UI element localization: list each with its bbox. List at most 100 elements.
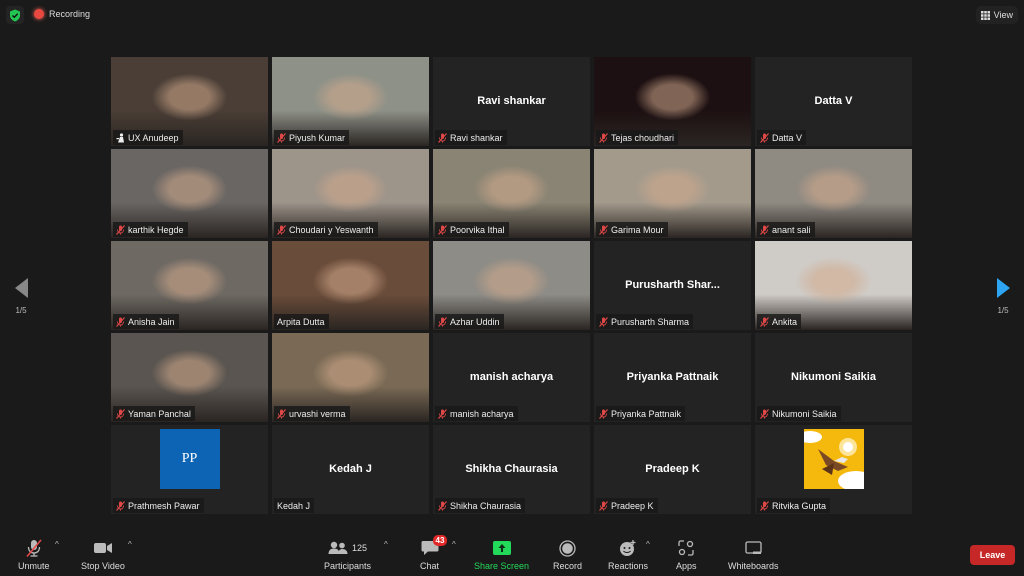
muted-mic-icon [760, 224, 769, 235]
participant-tile[interactable]: PP Prathmesh Pawar [111, 425, 268, 514]
whiteboards-button[interactable]: Whiteboards [728, 538, 779, 571]
participant-name: anant sali [772, 224, 811, 235]
participant-name-label: Ravi shankar [435, 130, 507, 145]
share-screen-button[interactable]: Share Screen [474, 538, 529, 571]
participant-name-label: Azhar Uddin [435, 314, 504, 329]
chat-unread-badge: 43 [432, 535, 448, 546]
muted-mic-icon [438, 224, 447, 235]
participant-tile[interactable]: Tejas choudhari [594, 57, 751, 146]
participant-name: Ankita [772, 316, 798, 327]
apps-button[interactable]: Apps [676, 538, 697, 571]
participant-tile[interactable]: Ravi shankar Ravi shankar [433, 57, 590, 146]
audio-options-caret-icon[interactable]: ^ [55, 540, 59, 549]
participants-button[interactable]: 125 Participants [324, 538, 371, 571]
next-page-button[interactable]: 1/5 [988, 278, 1018, 315]
participant-name: UX Anudeep [128, 132, 179, 143]
participant-name: Datta V [772, 132, 803, 143]
page-indicator-left: 1/5 [15, 306, 27, 315]
meeting-toolbar: Unmute ^ Stop Video ^ 125 Participants ^… [0, 530, 1024, 576]
participants-options-caret-icon[interactable]: ^ [384, 540, 388, 549]
view-label: View [993, 10, 1013, 20]
participant-name-label: Nikumoni Saikia [757, 406, 841, 421]
participant-name-label: anant sali [757, 222, 815, 237]
video-camera-icon [93, 538, 113, 558]
recording-dot-icon [34, 9, 44, 19]
chat-button[interactable]: 43 Chat [420, 535, 448, 571]
participant-tile[interactable]: UX Anudeep [111, 57, 268, 146]
security-shield-icon[interactable] [6, 6, 24, 24]
whiteboard-icon [745, 538, 762, 558]
participant-name: Yaman Panchal [128, 408, 191, 419]
participant-name-label: Tejas choudhari [596, 130, 679, 145]
muted-mic-icon [760, 408, 769, 419]
participant-tile[interactable]: anant sali [755, 149, 912, 238]
participant-tile[interactable]: manish acharya manish acharya [433, 333, 590, 422]
record-icon [559, 538, 576, 558]
participant-tile[interactable]: Pradeep K Pradeep K [594, 425, 751, 514]
recording-indicator[interactable]: Recording [34, 9, 90, 19]
participant-name-label: Poorvika Ithal [435, 222, 509, 237]
participant-tile[interactable]: urvashi verma [272, 333, 429, 422]
participant-name-label: Purusharth Sharma [596, 314, 694, 329]
participant-tile[interactable]: Anisha Jain [111, 241, 268, 330]
leave-button[interactable]: Leave [970, 545, 1015, 565]
participant-tile[interactable]: Datta V Datta V [755, 57, 912, 146]
participant-tile[interactable]: Azhar Uddin [433, 241, 590, 330]
participant-tile[interactable]: Arpita Dutta [272, 241, 429, 330]
view-button[interactable]: View [975, 6, 1018, 24]
participant-tile[interactable]: Ritvika Gupta [755, 425, 912, 514]
participant-tile[interactable]: Choudari y Yeswanth [272, 149, 429, 238]
participant-name: Purusharth Sharma [611, 316, 690, 327]
participant-tile[interactable]: Priyanka Pattnaik Priyanka Pattnaik [594, 333, 751, 422]
participant-tile[interactable]: Ankita [755, 241, 912, 330]
video-gallery: UX Anudeep Piyush Kumar Ravi shankar Ravi s… [111, 57, 912, 518]
participant-tile[interactable]: Yaman Panchal [111, 333, 268, 422]
avatar-initials: PP [159, 429, 220, 489]
participant-name-label: urvashi verma [274, 406, 350, 421]
participant-tile[interactable]: Piyush Kumar [272, 57, 429, 146]
participant-name-label: UX Anudeep [113, 130, 183, 145]
record-button[interactable]: Record [553, 538, 582, 571]
participant-tile[interactable]: Poorvika Ithal [433, 149, 590, 238]
muted-mic-icon [277, 132, 286, 143]
reactions-options-caret-icon[interactable]: ^ [646, 540, 650, 549]
participant-name-label: Ritvika Gupta [757, 498, 831, 513]
muted-mic-icon [277, 224, 286, 235]
muted-mic-icon [438, 316, 447, 327]
participant-name: Pradeep K [611, 500, 654, 511]
unmute-button[interactable]: Unmute [18, 538, 50, 571]
participant-tile[interactable]: Purusharth Shar... Purusharth Sharma [594, 241, 751, 330]
participant-name-label: Choudari y Yeswanth [274, 222, 378, 237]
participant-name: Azhar Uddin [450, 316, 500, 327]
participant-name: Anisha Jain [128, 316, 175, 327]
page-indicator-right: 1/5 [997, 306, 1009, 315]
unmute-label: Unmute [18, 561, 50, 571]
participant-display-name: Shikha Chaurasia [465, 462, 558, 475]
participant-name: Ravi shankar [450, 132, 503, 143]
participant-tile[interactable]: Kedah J Kedah J [272, 425, 429, 514]
participant-tile[interactable]: Nikumoni Saikia Nikumoni Saikia [755, 333, 912, 422]
participant-name-label: manish acharya [435, 406, 518, 421]
participant-tile[interactable]: Garima Mour [594, 149, 751, 238]
reactions-button[interactable]: Reactions [608, 538, 648, 571]
participant-name-label: Arpita Dutta [274, 314, 329, 329]
muted-mic-icon [599, 408, 608, 419]
muted-mic-icon [760, 500, 769, 511]
muted-mic-icon [599, 316, 608, 327]
participant-name: Tejas choudhari [611, 132, 675, 143]
participant-tile[interactable]: karthik Hegde [111, 149, 268, 238]
participant-tile[interactable]: Shikha Chaurasia Shikha Chaurasia [433, 425, 590, 514]
chat-options-caret-icon[interactable]: ^ [452, 540, 456, 549]
participant-name-label: Prathmesh Pawar [113, 498, 204, 513]
muted-mic-icon [760, 132, 769, 143]
muted-mic-icon [116, 224, 125, 235]
participant-name: Piyush Kumar [289, 132, 346, 143]
stop-video-button[interactable]: Stop Video [81, 538, 125, 571]
participant-name: Priyanka Pattnaik [611, 408, 682, 419]
muted-mic-icon [599, 500, 608, 511]
video-options-caret-icon[interactable]: ^ [128, 540, 132, 549]
previous-page-button[interactable]: 1/5 [6, 278, 36, 315]
apps-label: Apps [676, 561, 697, 571]
participant-display-name: Nikumoni Saikia [791, 370, 876, 383]
participant-display-name: Priyanka Pattnaik [626, 370, 719, 383]
